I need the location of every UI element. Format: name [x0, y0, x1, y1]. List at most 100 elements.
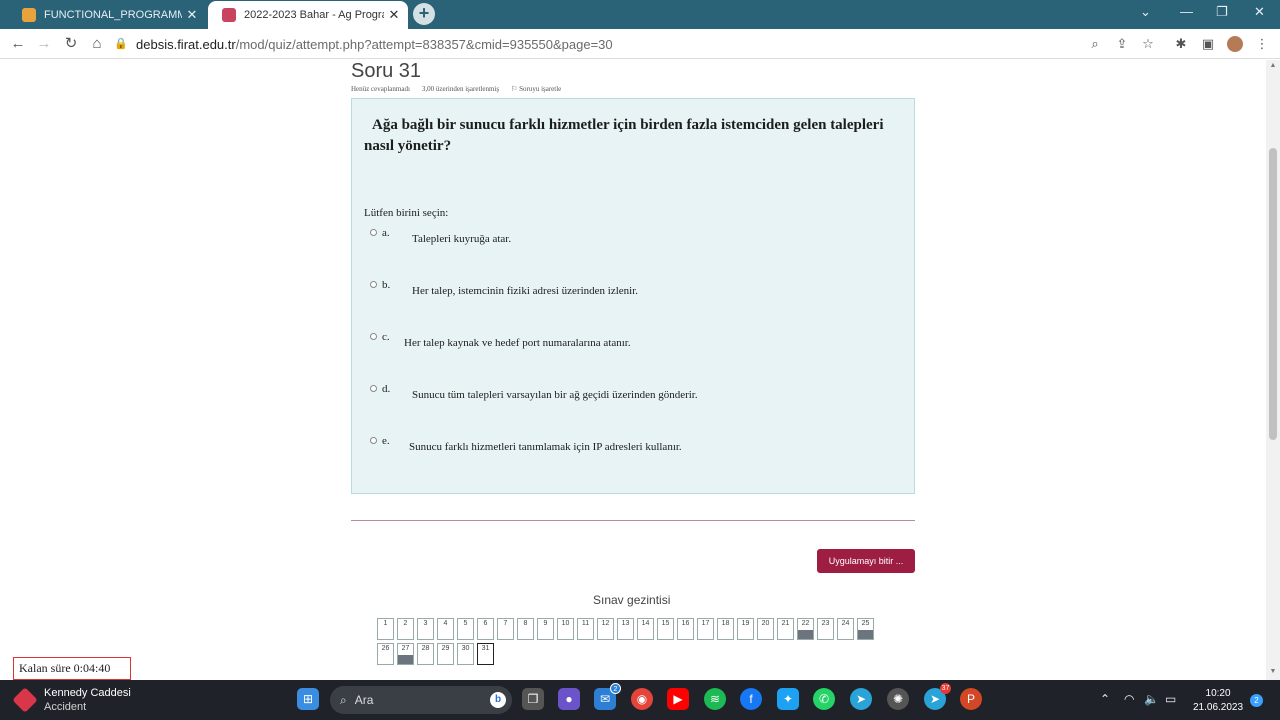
quiz-nav-button[interactable]: 6	[477, 618, 494, 640]
teams-chat-icon[interactable]: ●	[558, 688, 580, 710]
side-panel-icon[interactable]: ▣	[1200, 36, 1216, 52]
quiz-nav-button[interactable]: 15	[657, 618, 674, 640]
quiz-nav-button[interactable]: 26	[377, 643, 394, 665]
weather-widget[interactable]: Kennedy Caddesi Accident	[12, 686, 131, 714]
tab-quiz[interactable]: 2022-2023 Bahar - Ag Programla ✕	[208, 1, 408, 29]
chrome-icon[interactable]: ◉	[631, 688, 653, 710]
zoom-icon[interactable]: ⌕	[1087, 36, 1103, 52]
menu-icon[interactable]: ⋮	[1254, 36, 1270, 52]
quiz-nav-button[interactable]: 20	[757, 618, 774, 640]
quiz-nav-button[interactable]: 8	[517, 618, 534, 640]
clock-date: 21.06.2023	[1193, 702, 1244, 713]
tab-search-icon[interactable]: ⌄	[1140, 4, 1151, 20]
tab-title: 2022-2023 Bahar - Ag Programla	[244, 9, 384, 21]
quiz-nav-button[interactable]: 2	[397, 618, 414, 640]
notification-badge[interactable]: 2	[1250, 694, 1263, 707]
radio-button[interactable]	[370, 281, 377, 288]
time-remaining: Kalan süre 0:04:40	[13, 657, 131, 680]
chatgpt-icon[interactable]: ✺	[887, 688, 909, 710]
address-bar[interactable]: 🔒 debsis.firat.edu.tr/mod/quiz/attempt.p…	[114, 32, 1164, 56]
back-icon[interactable]: ←	[8, 34, 28, 54]
profile-avatar[interactable]	[1227, 36, 1243, 52]
quiz-nav-button[interactable]: 28	[417, 643, 434, 665]
taskbar-search[interactable]: ⌕ Ara b	[330, 686, 512, 714]
volume-icon[interactable]: 🔈	[1144, 692, 1159, 706]
minimize-icon[interactable]: —	[1180, 4, 1193, 19]
quiz-nav-button[interactable]: 30	[457, 643, 474, 665]
reload-icon[interactable]: ↻	[61, 34, 81, 54]
telegram-icon[interactable]: ➤	[850, 688, 872, 710]
home-icon[interactable]: ⌂	[87, 34, 107, 54]
question-status: Henüz cevaplanmadı	[351, 85, 410, 93]
chevron-up-icon[interactable]: ⌃	[1100, 692, 1110, 706]
powerpoint-icon[interactable]: P	[960, 688, 982, 710]
quiz-nav-button[interactable]: 11	[577, 618, 594, 640]
quiz-nav-button[interactable]: 4	[437, 618, 454, 640]
new-tab-button[interactable]: +	[413, 3, 435, 25]
forward-icon[interactable]: →	[34, 34, 54, 54]
quiz-nav-button[interactable]: 5	[457, 618, 474, 640]
task-view-icon[interactable]: ❐	[522, 688, 544, 710]
telegram-desktop-icon[interactable]: ➤ 37	[924, 683, 951, 710]
close-icon[interactable]: ✕	[384, 7, 404, 23]
extensions-icon[interactable]: ✱	[1173, 36, 1189, 52]
quiz-nav-button[interactable]: 25	[857, 618, 874, 640]
close-window-icon[interactable]: ✕	[1254, 4, 1265, 20]
close-icon[interactable]: ✕	[182, 7, 202, 23]
radio-button[interactable]	[370, 437, 377, 444]
facebook-icon[interactable]: f	[740, 688, 762, 710]
quiz-nav-button[interactable]: 10	[557, 618, 574, 640]
scroll-down-icon[interactable]: ▼	[1269, 668, 1277, 675]
flag-question-link[interactable]: ⚐ Soruyu işaretle	[511, 85, 561, 93]
quiz-nav-button[interactable]: 18	[717, 618, 734, 640]
widget-subtitle: Accident	[44, 701, 87, 713]
quiz-nav-button[interactable]: 27	[397, 643, 414, 665]
quiz-nav-button[interactable]: 3	[417, 618, 434, 640]
quiz-nav-button[interactable]: 21	[777, 618, 794, 640]
quiz-nav-button[interactable]: 31	[477, 643, 494, 665]
quiz-nav-button[interactable]: 29	[437, 643, 454, 665]
maximize-icon[interactable]: ❐	[1216, 4, 1228, 20]
answer-prompt: Lütfen birini seçin:	[364, 207, 449, 219]
youtube-icon[interactable]: ▶	[667, 688, 689, 710]
quiz-nav-button[interactable]: 1	[377, 618, 394, 640]
widget-title: Kennedy Caddesi	[44, 687, 131, 699]
page-content: Soru 31 Henüz cevaplanmadı 3,00 üzerinde…	[0, 60, 1266, 680]
quiz-nav-button[interactable]: 17	[697, 618, 714, 640]
quiz-nav-button[interactable]: 24	[837, 618, 854, 640]
quiz-nav-button[interactable]: 23	[817, 618, 834, 640]
quiz-nav-button[interactable]: 12	[597, 618, 614, 640]
spotify-icon[interactable]: ≋	[704, 688, 726, 710]
radio-button[interactable]	[370, 229, 377, 236]
wifi-icon[interactable]: ◠	[1124, 692, 1134, 706]
twitter-icon[interactable]: ✦	[777, 688, 799, 710]
scrollbar[interactable]: ▲ ▼	[1266, 60, 1280, 680]
option-text: Sunucu farklı hizmetleri tanımlamak için…	[409, 441, 682, 453]
quiz-nav-button[interactable]: 14	[637, 618, 654, 640]
quiz-nav-button[interactable]: 16	[677, 618, 694, 640]
whatsapp-icon[interactable]: ✆	[813, 688, 835, 710]
mail-icon[interactable]: ✉ 2	[594, 683, 621, 710]
quiz-nav-button[interactable]: 9	[537, 618, 554, 640]
bookmark-star-icon[interactable]: ☆	[1140, 36, 1156, 52]
divider	[351, 520, 915, 521]
tab-functional-programming[interactable]: FUNCTIONAL_PROGRAMMING.ip ✕	[8, 1, 206, 29]
windows-start-icon[interactable]: ⊞	[297, 688, 319, 710]
clock[interactable]: 10:20 21.06.2023	[1193, 687, 1243, 715]
quiz-nav-button[interactable]: 19	[737, 618, 754, 640]
quiz-nav-button[interactable]: 7	[497, 618, 514, 640]
option-letter: b.	[382, 279, 391, 291]
question-box: Ağa bağlı bir sunucu farklı hizmetler iç…	[351, 98, 915, 494]
scroll-up-icon[interactable]: ▲	[1269, 62, 1277, 69]
document-icon	[22, 8, 36, 22]
finish-attempt-button[interactable]: Uygulamayı bitir ...	[817, 549, 915, 573]
quiz-navigation-title: Sınav gezintisi	[593, 593, 671, 607]
share-icon[interactable]: ⇪	[1114, 36, 1130, 52]
quiz-nav-button[interactable]: 22	[797, 618, 814, 640]
scroll-thumb[interactable]	[1269, 148, 1277, 440]
radio-button[interactable]	[370, 385, 377, 392]
radio-button[interactable]	[370, 333, 377, 340]
quiz-nav-button[interactable]: 13	[617, 618, 634, 640]
battery-icon[interactable]: ▭	[1165, 692, 1176, 706]
option-text: Sunucu tüm talepleri varsayılan bir ağ g…	[412, 389, 698, 401]
